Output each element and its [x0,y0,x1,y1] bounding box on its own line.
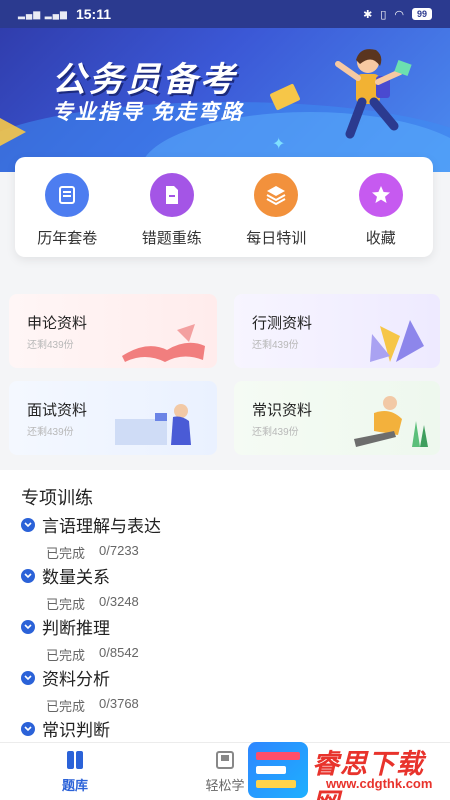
banner-subtitle: 专业指导 免走弯路 [52,101,244,124]
quick-action-label: 收藏 [365,230,396,247]
training-item-name: 言语理解与表达 [42,517,161,536]
quick-action-label: 错题重练 [141,230,202,247]
question-bank-icon [67,751,83,769]
material-card-general-knowledge[interactable]: 常识资料 还剩439份 [234,381,440,455]
training-item-name: 数量关系 [42,568,110,587]
leaf-decoration-icon [0,118,26,146]
section-title: 专项训练 [21,488,93,508]
book-icon [216,751,234,769]
tab-question-bank[interactable]: 题库 [0,743,150,800]
scroll-icon [45,173,90,217]
banner-title: 公务员备考 [52,61,237,99]
chevron-down-icon [21,619,35,634]
training-item-reasoning[interactable]: 判断推理 已完成 0/8542 [21,614,421,664]
training-item-name: 资料分析 [42,670,110,689]
reclining-reader-illustration [354,396,428,447]
training-item-name: 常识判断 [42,721,110,740]
chevron-down-icon [21,721,35,736]
sparkle-decoration-icon: ✦ [272,136,286,153]
star-icon [358,173,403,217]
training-item-verbal[interactable]: 言语理解与表达 已完成 0/7233 [21,512,421,562]
layers-icon [254,173,299,217]
training-status: 已完成 [46,597,86,612]
tab-label: 题库 [61,778,88,793]
training-item-common-sense[interactable]: 常识判断 [21,716,421,741]
bluetooth-icon: ✱ [363,8,373,21]
training-progress: 0/8542 [99,645,139,660]
quick-action-past-papers[interactable]: 历年套卷 [22,173,112,248]
watermark-overlay: 睿思下载网 www.cdgthk.com [248,740,450,800]
vibrate-icon: ▯ [380,8,387,21]
training-status: 已完成 [46,546,86,561]
training-status: 已完成 [46,699,86,714]
status-bar: ▂▄▆ ▂▄▆ 15:11 ✱ ▯ ◠ 99 [0,0,450,28]
training-item-data-analysis[interactable]: 资料分析 已完成 0/3768 [21,665,421,715]
status-time: 15:11 [75,6,111,22]
quick-action-label: 每日特训 [246,230,307,247]
quick-actions-card: 历年套卷 错题重练 每日特训 收藏 [15,157,433,257]
material-card-xingce[interactable]: 行测资料 还剩439份 [234,294,440,368]
training-status: 已完成 [46,648,86,663]
watermark-text: 睿思下载网 [312,749,424,800]
material-card-shenlun[interactable]: 申论资料 还剩439份 [9,294,217,368]
signal-icon: ▂▄▆ ▂▄▆ [18,8,68,19]
special-training-section: 专项训练 言语理解与表达 已完成 0/7233 数量关系 已完成 0/3248 判断… [0,470,450,742]
chevron-down-icon [21,568,35,583]
chevron-down-icon [21,517,35,532]
tab-label: 轻松学 [205,778,245,793]
watermark-logo-icon [248,742,308,798]
running-student-illustration [335,49,412,139]
papers-illustration [370,320,424,362]
training-progress: 0/3248 [99,594,139,609]
training-item-quantity[interactable]: 数量关系 已完成 0/3248 [21,563,421,613]
training-item-name: 判断推理 [42,619,110,638]
quick-action-wrong-questions[interactable]: 错题重练 [127,173,217,248]
wifi-icon: ◠ [394,8,404,21]
battery-icon: 99 [411,8,432,20]
training-progress: 0/7233 [99,543,139,558]
quick-action-favorites[interactable]: 收藏 [336,173,426,248]
material-card-interview[interactable]: 面试资料 还剩439份 [9,381,217,455]
reading-person-illustration [115,404,191,445]
open-book-illustration [122,324,205,362]
quick-action-label: 历年套卷 [37,230,98,247]
training-progress: 0/3768 [99,696,139,711]
document-icon [149,173,194,217]
watermark-url: www.cdgthk.com [326,776,433,791]
chevron-down-icon [21,670,35,685]
quick-action-daily-training[interactable]: 每日特训 [231,173,321,248]
